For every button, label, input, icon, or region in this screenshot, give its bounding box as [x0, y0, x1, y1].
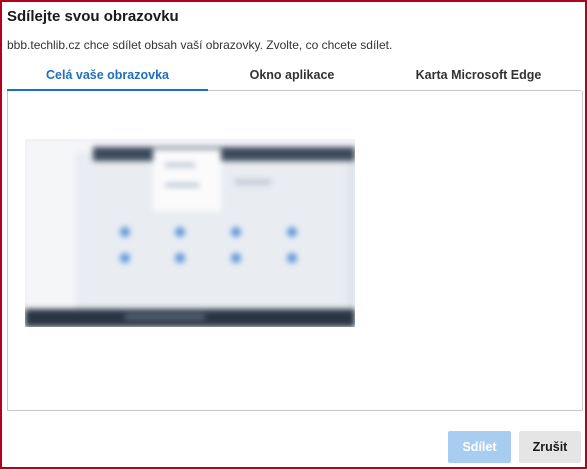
- tab-app-window[interactable]: Okno aplikace: [208, 60, 376, 90]
- tab-content-panel: [7, 91, 583, 411]
- dialog-subtitle: bbb.techlib.cz chce sdílet obsah vaší ob…: [7, 38, 393, 52]
- tab-bar: Celá vaše obrazovka Okno aplikace Karta …: [7, 60, 581, 91]
- screen-preview-image: [25, 139, 355, 327]
- screen-thumbnail[interactable]: [25, 139, 355, 327]
- tab-entire-screen[interactable]: Celá vaše obrazovka: [7, 60, 208, 91]
- tab-edge-tab[interactable]: Karta Microsoft Edge: [376, 60, 581, 90]
- share-button[interactable]: Sdílet: [448, 431, 511, 463]
- share-screen-dialog: Sdílejte svou obrazovku bbb.techlib.cz c…: [0, 0, 587, 469]
- dialog-title: Sdílejte svou obrazovku: [7, 8, 179, 25]
- cancel-button[interactable]: Zrušit: [519, 431, 581, 463]
